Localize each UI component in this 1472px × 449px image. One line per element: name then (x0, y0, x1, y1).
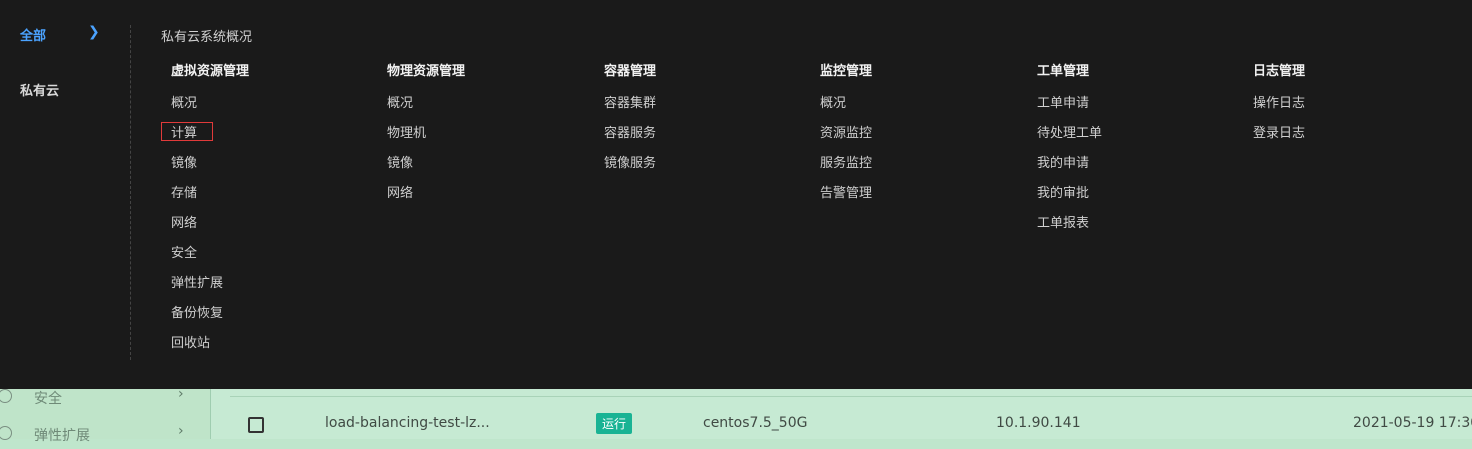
group-title: 监控管理 (820, 64, 873, 79)
ip-cell: 10.1.90.141 (996, 415, 1081, 431)
menu-item-label: 物理机 (387, 126, 427, 141)
menu-item-overview[interactable]: 概况 (820, 94, 1030, 124)
menu-item-resource-monitor[interactable]: 资源监控 (820, 124, 1030, 154)
menu-item-pending-tickets[interactable]: 待处理工单 (1037, 124, 1247, 154)
menu-item-compute[interactable]: 计算 (161, 122, 381, 154)
menu-item-image-service[interactable]: 镜像服务 (604, 154, 814, 184)
instance-name-link[interactable]: load-balancing-test-lz... (325, 415, 490, 431)
menu-item-label: 工单申请 (1037, 96, 1090, 111)
category-private-cloud[interactable]: 私有云 (20, 80, 59, 99)
selection-highlight-box (161, 122, 213, 141)
menu-item-label: 我的审批 (1037, 186, 1090, 201)
group-title: 工单管理 (1037, 64, 1090, 79)
menu-item-network[interactable]: 网络 (171, 214, 381, 244)
instance-table: load-balancing-test-lz... 运行 centos7.5_5… (230, 396, 1472, 440)
menu-item-overview[interactable]: 概况 (387, 94, 597, 124)
menu-item-my-applications[interactable]: 我的申请 (1037, 154, 1247, 184)
sidebar-item-label: 安全 (34, 391, 62, 407)
group-title: 物理资源管理 (387, 64, 466, 79)
menu-item-login-log[interactable]: 登录日志 (1253, 124, 1463, 154)
group-container: 容器管理 容器集群 容器服务 镜像服务 (604, 62, 814, 184)
menu-item-label: 回收站 (171, 336, 211, 351)
table-row[interactable]: load-balancing-test-lz... 运行 centos7.5_5… (230, 397, 1472, 440)
group-title: 日志管理 (1253, 64, 1306, 79)
menu-item-label: 网络 (387, 186, 414, 201)
menu-item-physical-machine[interactable]: 物理机 (387, 124, 597, 154)
menu-item-label: 备份恢复 (171, 306, 224, 321)
category-all[interactable]: 全部 (20, 25, 46, 44)
menu-item-label: 网络 (171, 216, 198, 231)
group-tickets: 工单管理 工单申请 待处理工单 我的申请 我的审批 工单报表 (1037, 62, 1247, 244)
menu-item-elastic-scaling[interactable]: 弹性扩展 (171, 274, 381, 304)
product-mega-menu: 全部 ❯ 私有云 私有云系统概况 虚拟资源管理 概况 计算 镜像 存储 网络 安… (0, 0, 1472, 389)
menu-item-label: 容器集群 (604, 96, 657, 111)
menu-item-label: 概况 (387, 96, 414, 111)
menu-item-label: 我的申请 (1037, 156, 1090, 171)
menu-item-label: 概况 (171, 96, 198, 111)
menu-item-label: 服务监控 (820, 156, 873, 171)
status-badge: 运行 (596, 413, 633, 434)
menu-item-my-approvals[interactable]: 我的审批 (1037, 184, 1247, 214)
private-cloud-overview-link[interactable]: 私有云系统概况 (161, 26, 252, 45)
scaling-icon (0, 426, 12, 440)
menu-item-container-cluster[interactable]: 容器集群 (604, 94, 814, 124)
menu-item-label: 操作日志 (1253, 96, 1306, 111)
chevron-right-icon: › (178, 423, 184, 439)
menu-item-ticket-apply[interactable]: 工单申请 (1037, 94, 1247, 124)
menu-item-alert-management[interactable]: 告警管理 (820, 184, 1030, 214)
group-physical-resources: 物理资源管理 概况 物理机 镜像 网络 (387, 62, 597, 214)
menu-item-label: 待处理工单 (1037, 126, 1103, 141)
menu-item-label: 资源监控 (820, 126, 873, 141)
menu-item-label: 镜像 (171, 156, 198, 171)
menu-item-label: 弹性扩展 (171, 276, 224, 291)
menu-item-label: 工单报表 (1037, 216, 1090, 231)
menu-item-label: 安全 (171, 246, 198, 261)
menu-item-overview[interactable]: 概况 (171, 94, 381, 124)
menu-item-label: 镜像 (387, 156, 414, 171)
menu-item-label: 镜像服务 (604, 156, 657, 171)
menu-item-label: 存储 (171, 186, 198, 201)
menu-item-security[interactable]: 安全 (171, 244, 381, 274)
menu-item-image[interactable]: 镜像 (387, 154, 597, 184)
menu-item-ticket-reports[interactable]: 工单报表 (1037, 214, 1247, 244)
chevron-right-icon: ❯ (88, 24, 100, 40)
row-checkbox[interactable] (248, 417, 264, 433)
menu-item-label: 容器服务 (604, 126, 657, 141)
menu-divider (130, 25, 131, 360)
image-cell: centos7.5_50G (703, 415, 808, 431)
group-logs: 日志管理 操作日志 登录日志 (1253, 62, 1463, 154)
menu-item-image[interactable]: 镜像 (171, 154, 381, 184)
menu-item-recycle-bin[interactable]: 回收站 (171, 334, 381, 364)
menu-item-label: 登录日志 (1253, 126, 1306, 141)
menu-item-operation-log[interactable]: 操作日志 (1253, 94, 1463, 124)
menu-item-label: 概况 (820, 96, 847, 111)
group-title: 虚拟资源管理 (171, 64, 250, 79)
group-title: 容器管理 (604, 64, 657, 79)
menu-item-storage[interactable]: 存储 (171, 184, 381, 214)
sidebar-item-label: 弹性扩展 (34, 428, 90, 444)
menu-item-container-service[interactable]: 容器服务 (604, 124, 814, 154)
group-virtual-resources: 虚拟资源管理 概况 计算 镜像 存储 网络 安全 弹性扩展 备份恢复 回收站 (161, 62, 381, 364)
sidebar-item-elastic-scaling[interactable]: 弹性扩展 › (0, 419, 210, 449)
group-monitoring: 监控管理 概况 资源监控 服务监控 告警管理 (820, 62, 1030, 214)
created-time-cell: 2021-05-19 17:30:5 (1353, 415, 1472, 431)
menu-item-backup-restore[interactable]: 备份恢复 (171, 304, 381, 334)
menu-item-service-monitor[interactable]: 服务监控 (820, 154, 1030, 184)
menu-item-label: 告警管理 (820, 186, 873, 201)
shield-icon (0, 389, 12, 403)
menu-item-network[interactable]: 网络 (387, 184, 597, 214)
